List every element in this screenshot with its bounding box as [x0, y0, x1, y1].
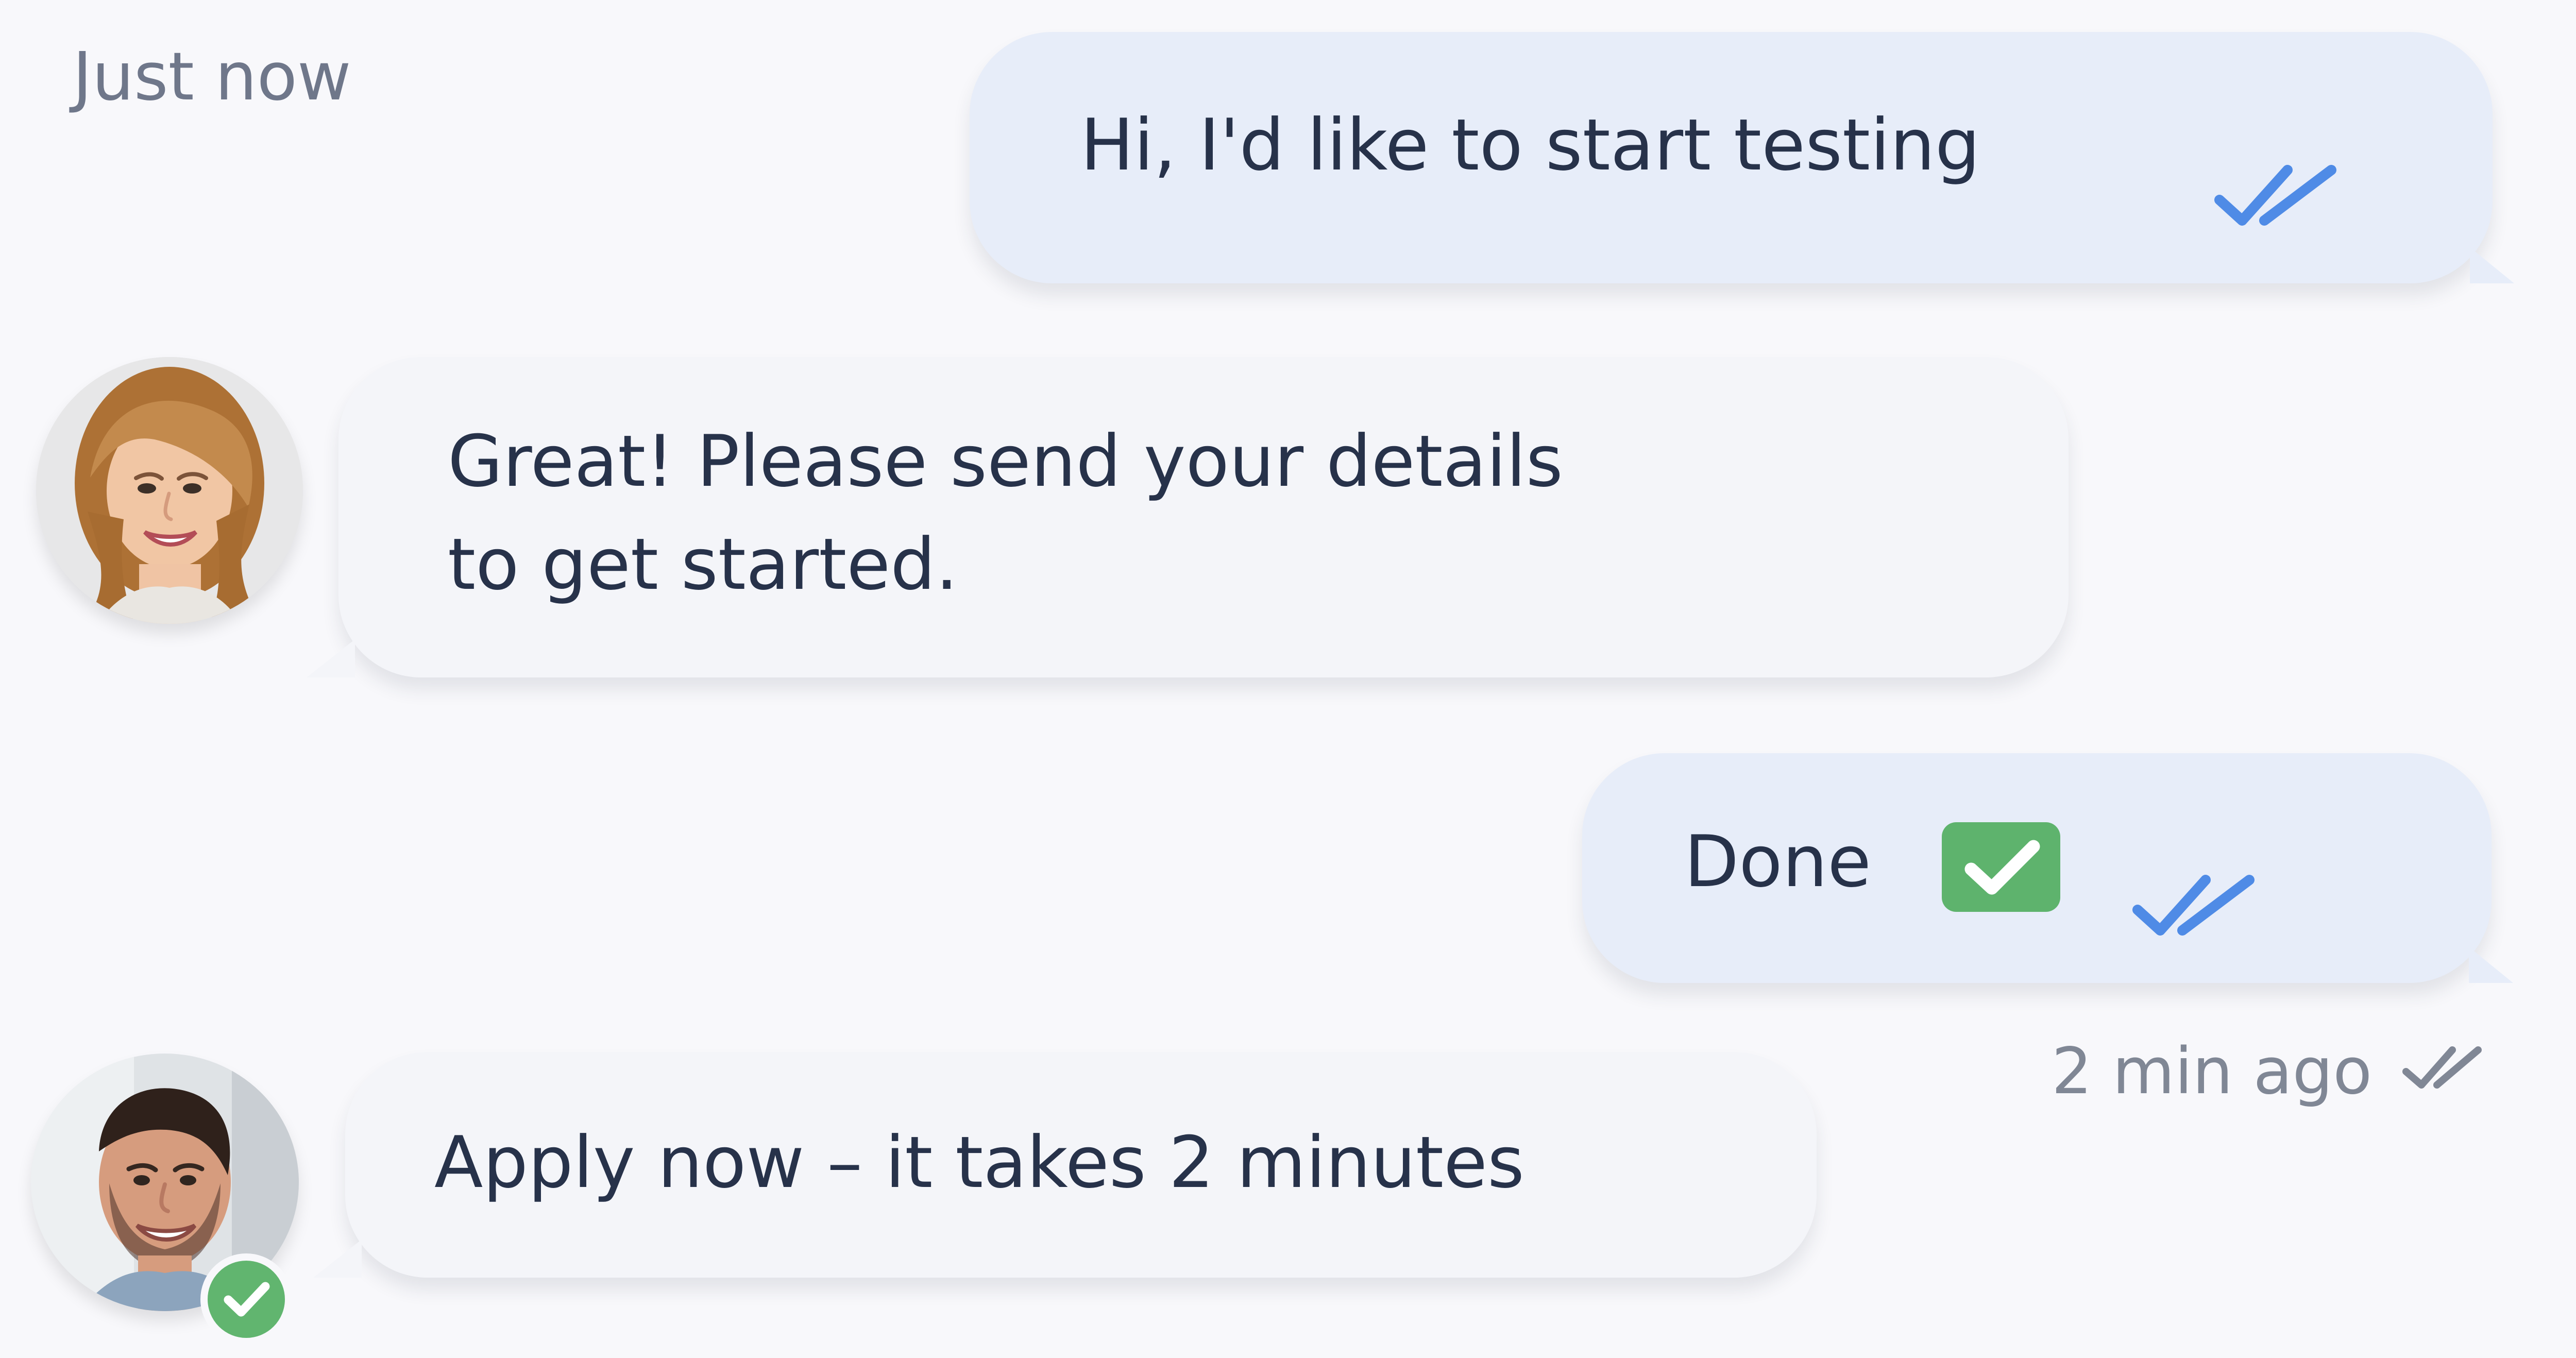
message-text: Hi, I'd like to start testing — [1080, 104, 1980, 186]
message-line: Great! Please send your details — [448, 420, 1563, 503]
incoming-message-bubble[interactable]: Great! Please send your details to get s… — [307, 357, 2069, 677]
message-text: Great! Please send your details to get s… — [448, 410, 1710, 616]
message-text: Apply now – it takes 2 minutes — [434, 1121, 1524, 1204]
bubble-tail — [313, 1240, 362, 1278]
outgoing-message-bubble[interactable]: Hi, I'd like to start testing — [970, 32, 2514, 283]
double-check-icon — [2132, 875, 2255, 936]
incoming-message-bubble[interactable]: Apply now – it takes 2 minutes — [313, 1052, 1817, 1278]
outgoing-message-bubble[interactable]: Done — [1582, 753, 2513, 983]
bubble-tail — [2470, 247, 2514, 283]
double-check-icon — [2402, 1046, 2482, 1089]
woman-avatar — [36, 357, 303, 624]
verified-check-icon — [200, 1253, 292, 1345]
timestamp-just-now: Just now — [73, 39, 351, 115]
double-check-icon — [2214, 165, 2336, 226]
message-text: Done — [1684, 820, 1872, 903]
message-timestamp: 2 min ago — [2052, 1034, 2372, 1109]
bubble-tail — [307, 639, 355, 677]
green-check-box-icon — [1942, 822, 2060, 912]
bubble-tail — [2469, 947, 2513, 983]
message-line: to get started. — [448, 523, 958, 606]
